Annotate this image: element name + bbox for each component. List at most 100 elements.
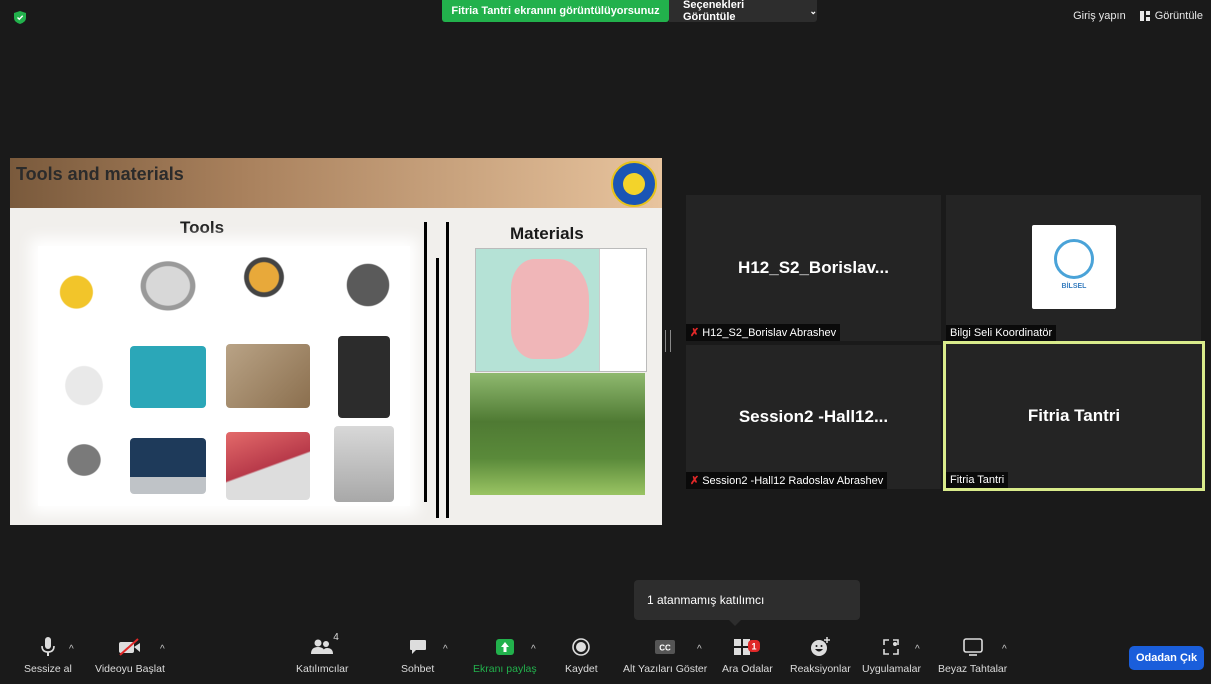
muted-mic-icon: ✗ xyxy=(690,475,700,487)
participant-label-text: Fitria Tantri xyxy=(950,474,1005,486)
chevron-down-icon: ⌄ xyxy=(809,5,817,16)
reactions-label: Reaksiyonlar xyxy=(790,663,851,675)
materials-heading: Materials xyxy=(510,224,584,243)
show-captions-button[interactable]: CC Alt Yazıları Göster xyxy=(623,636,707,675)
reactions-button[interactable]: Reaksiyonlar xyxy=(790,636,851,675)
show-captions-label: Alt Yazıları Göster xyxy=(623,663,708,675)
share-options-caret[interactable]: ^ xyxy=(531,644,536,655)
leave-room-button[interactable]: Odadan Çık xyxy=(1129,646,1204,670)
gallery-view-icon xyxy=(1139,11,1150,21)
smartphone-image xyxy=(130,346,206,408)
screen-share-banner: Fitria Tantri ekranını görüntülüyorsunuz xyxy=(442,0,669,22)
tools-image-grid xyxy=(38,246,410,506)
mute-label: Sessize al xyxy=(24,663,72,675)
sign-in-link[interactable]: Giriş yapın xyxy=(1073,10,1126,22)
whiteboard-options-caret[interactable]: ^ xyxy=(1002,644,1007,655)
tools-heading: Tools xyxy=(180,218,225,237)
whiteboards-label: Beyaz Tahtalar xyxy=(938,663,1008,675)
microphone-icon xyxy=(41,637,55,656)
breakout-rooms-label: Ara Odalar xyxy=(722,663,773,675)
participant-label: ✗ H12_S2_Borislav Abrashev xyxy=(686,324,841,341)
apps-button[interactable]: Uygulamalar xyxy=(862,636,921,675)
video-options-caret[interactable]: ^ xyxy=(160,644,165,655)
bilsel-logo-image: BİLSEL xyxy=(1032,225,1116,309)
soil-sampler-image xyxy=(46,436,122,496)
participant-label: Bilgi Seli Koordinatör xyxy=(946,325,1057,341)
participant-label: Fitria Tantri xyxy=(946,472,1009,488)
apps-options-caret[interactable]: ^ xyxy=(915,644,920,655)
shared-screen: Tools and materials Tools Materials xyxy=(10,158,662,525)
university-logo xyxy=(611,161,657,207)
chat-button[interactable]: Sohbet xyxy=(401,636,434,675)
participant-display-name: H12_S2_Borislav... xyxy=(738,258,889,277)
participants-label: Katılımcılar xyxy=(296,663,349,675)
start-video-button[interactable]: Videoyu Başlat xyxy=(95,636,165,675)
slide-header: Tools and materials xyxy=(10,158,662,208)
reaction-emoji-icon xyxy=(811,637,831,656)
participant-display-name: Session2 -Hall12... xyxy=(738,407,889,426)
participants-icon xyxy=(311,639,334,654)
twine-spool-image xyxy=(330,246,406,324)
participant-label-text: Session2 -Hall12 Radoslav Abrashev xyxy=(702,474,884,487)
oven-image xyxy=(334,426,394,502)
record-label: Kaydet xyxy=(565,663,598,675)
plastic-bag-image xyxy=(46,346,122,418)
record-icon xyxy=(572,638,591,656)
view-options-label: Seçenekleri Görüntüle xyxy=(683,0,745,23)
participants-count: 4 xyxy=(333,632,339,643)
study-area-map-image xyxy=(475,248,647,372)
participant-label: ✗ Session2 -Hall12 Radoslav Abrashev xyxy=(686,472,888,489)
captions-options-caret[interactable]: ^ xyxy=(697,644,702,655)
measuring-tape-image xyxy=(46,258,122,320)
tape-reel-image xyxy=(226,246,302,324)
apps-icon xyxy=(883,639,900,655)
calculator-image xyxy=(338,336,390,418)
view-label: Görüntüle xyxy=(1154,10,1203,22)
divider-line xyxy=(436,258,439,518)
active-speaker-tile[interactable]: Fitria Tantri Fitria Tantri xyxy=(943,341,1205,491)
breakout-rooms-button[interactable]: 1 Ara Odalar xyxy=(722,636,773,675)
laptop-image xyxy=(130,438,206,494)
slide-title: Tools and materials xyxy=(16,164,184,184)
participant-label-text: Bilgi Seli Koordinatör xyxy=(950,327,1053,339)
view-button[interactable]: Görüntüle xyxy=(1139,10,1203,22)
apps-label: Uygulamalar xyxy=(862,663,921,675)
view-options-button[interactable]: Seçenekleri Görüntüle ⌄ xyxy=(669,0,817,23)
forest-plantation-image xyxy=(470,373,645,495)
security-shield-icon[interactable] xyxy=(14,11,26,24)
chat-options-caret[interactable]: ^ xyxy=(443,644,448,655)
chat-label: Sohbet xyxy=(401,663,435,675)
scale-image xyxy=(130,258,206,320)
video-off-icon xyxy=(118,638,140,656)
participant-label-text: H12_S2_Borislav Abrashev xyxy=(702,326,837,339)
divider-line xyxy=(424,222,427,502)
wooden-stake-image xyxy=(226,344,310,408)
unassigned-participants-tooltip: 1 atanmamış katılımcı xyxy=(634,580,860,626)
start-video-label: Videoyu Başlat xyxy=(95,663,165,675)
split-resize-handle[interactable] xyxy=(665,330,671,352)
svg-text:CC: CC xyxy=(659,644,671,653)
whiteboard-icon xyxy=(962,638,983,656)
bilsel-logo-text: BİLSEL xyxy=(1061,283,1087,290)
mute-button[interactable]: Sessize al xyxy=(24,636,72,675)
mute-options-caret[interactable]: ^ xyxy=(69,644,74,655)
share-screen-icon xyxy=(495,639,514,655)
meeting-toolbar: Sessize al ^ Videoyu Başlat ^ 4 Katılımc… xyxy=(0,630,1211,684)
participant-tile[interactable]: BİLSEL Bilgi Seli Koordinatör xyxy=(946,195,1201,341)
whiteboards-button[interactable]: Beyaz Tahtalar xyxy=(938,636,1007,675)
participant-tile[interactable]: Session2 -Hall12... ✗ Session2 -Hall12 R… xyxy=(686,345,941,489)
share-screen-button[interactable]: Ekranı paylaş xyxy=(473,636,537,675)
breakout-rooms-icon: 1 xyxy=(734,639,761,655)
participant-tile[interactable]: H12_S2_Borislav... ✗ H12_S2_Borislav Abr… xyxy=(686,195,941,341)
slide-body: Tools Materials xyxy=(10,208,662,525)
record-button[interactable]: Kaydet xyxy=(565,636,598,675)
chat-icon xyxy=(409,640,426,654)
muted-mic-icon: ✗ xyxy=(690,327,700,339)
share-screen-label: Ekranı paylaş xyxy=(473,663,537,675)
participants-button[interactable]: 4 Katılımcılar xyxy=(296,632,349,675)
breakout-badge: 1 xyxy=(752,642,757,652)
participant-display-name: Fitria Tantri xyxy=(1027,406,1121,425)
bilsel-logo-circle xyxy=(1054,239,1094,279)
closed-captions-icon: CC xyxy=(655,640,676,654)
divider-line xyxy=(446,222,449,518)
